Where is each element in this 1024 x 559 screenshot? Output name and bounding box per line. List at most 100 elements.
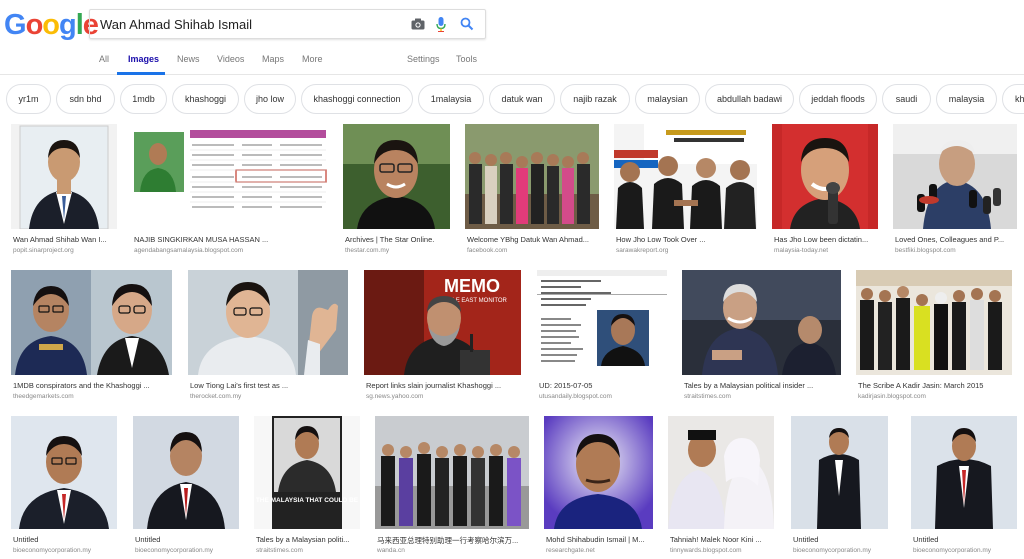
image-result[interactable]: Untitled bioeconomycorporation.my — [11, 416, 117, 559]
result-source[interactable]: kadirjasin.blogspot.com — [858, 393, 1012, 400]
result-title[interactable]: Report links slain journalist Khashoggi … — [366, 381, 521, 390]
tab-maps[interactable]: Maps — [262, 54, 284, 64]
result-source[interactable]: malaysia-today.net — [774, 247, 878, 254]
image-result[interactable]: UD: 2015-07-05 utusandaily.blogspot.com — [537, 270, 667, 405]
result-source[interactable]: bioeconomycorporation.my — [913, 547, 1017, 554]
tab-images[interactable]: Images — [128, 54, 159, 64]
result-source[interactable]: thestar.com.my — [345, 247, 450, 254]
image-result[interactable]: Loved Ones, Colleagues and P... bestfiki… — [893, 124, 1017, 254]
camera-icon[interactable] — [409, 15, 427, 33]
result-title[interactable]: The Scribe A Kadir Jasin: March 2015 — [858, 381, 1012, 390]
result-thumbnail[interactable] — [375, 416, 529, 529]
result-title[interactable]: Untitled — [135, 535, 239, 544]
result-title[interactable]: NAJIB SINGKIRKAN MUSA HASSAN ... — [134, 235, 328, 244]
image-result[interactable]: NAJIB SINGKIRKAN MUSA HASSAN ... agendab… — [132, 124, 328, 254]
image-result[interactable]: THE MALAYSIA THAT COULD BE Tales by a Ma… — [254, 416, 360, 559]
google-logo[interactable]: Google — [4, 9, 99, 42]
tab-tools[interactable]: Tools — [456, 54, 477, 64]
result-title[interactable]: Loved Ones, Colleagues and P... — [895, 235, 1017, 244]
chip[interactable]: yr1m — [6, 84, 51, 114]
image-result[interactable]: Untitled bioeconomycorporation.my — [911, 416, 1017, 559]
result-thumbnail[interactable] — [465, 124, 599, 229]
result-title[interactable]: 马来西亚总理特别助理一行考察哈尔滨万... — [377, 535, 529, 546]
chip[interactable]: sdn bhd — [56, 84, 115, 114]
image-result[interactable]: Untitled bioeconomycorporation.my — [133, 416, 239, 559]
image-result[interactable]: Mohd Shihabudin Ismail | M... researchga… — [544, 416, 653, 559]
result-title[interactable]: Has Jho Low been dictatin... — [774, 235, 878, 244]
chip[interactable]: 1malaysia — [418, 84, 484, 114]
result-thumbnail[interactable] — [911, 416, 1017, 529]
chip[interactable]: datuk wan — [489, 84, 555, 114]
result-thumbnail[interactable] — [132, 124, 328, 229]
result-title[interactable]: Untitled — [13, 535, 117, 544]
result-title[interactable]: UD: 2015-07-05 — [539, 381, 667, 390]
result-thumbnail[interactable] — [544, 416, 653, 529]
result-title[interactable]: Tales by a Malaysian political insider .… — [684, 381, 841, 390]
result-thumbnail[interactable]: MEMO MIDDLE EAST MONITOR — [364, 270, 521, 375]
tab-all[interactable]: All — [99, 54, 109, 64]
chip[interactable]: saudi — [882, 84, 931, 114]
result-title[interactable]: Low Tiong Lai's first test as ... — [190, 381, 348, 390]
chip[interactable]: 1mdb — [120, 84, 167, 114]
result-title[interactable]: Untitled — [913, 535, 1017, 544]
tab-videos[interactable]: Videos — [217, 54, 244, 64]
result-title[interactable]: Tahniah! Malek Noor Kini ... — [670, 535, 774, 544]
search-input[interactable] — [100, 10, 400, 38]
result-source[interactable]: sarawakreport.org — [616, 247, 757, 254]
result-thumbnail[interactable]: THE MALAYSIA THAT COULD BE — [254, 416, 360, 529]
result-source[interactable]: sg.news.yahoo.com — [366, 393, 521, 400]
chip[interactable]: khashoggi connection — [301, 84, 413, 114]
result-thumbnail[interactable] — [11, 416, 117, 529]
chip[interactable]: najib razak — [560, 84, 630, 114]
result-thumbnail[interactable] — [856, 270, 1012, 375]
result-thumbnail[interactable] — [791, 416, 888, 529]
result-source[interactable]: utusandaily.blogspot.com — [539, 393, 667, 400]
result-title[interactable]: Untitled — [793, 535, 888, 544]
image-result[interactable]: Untitled bioeconomycorporation.my — [791, 416, 888, 559]
result-thumbnail[interactable] — [343, 124, 450, 229]
chip[interactable]: khashoggi — [172, 84, 239, 114]
tab-settings[interactable]: Settings — [407, 54, 440, 64]
tab-news[interactable]: News — [177, 54, 200, 64]
result-source[interactable]: agendabangsamalaysia.blogspot.com — [134, 247, 328, 254]
tab-more[interactable]: More — [302, 54, 323, 64]
result-thumbnail[interactable] — [11, 270, 172, 375]
result-thumbnail[interactable] — [772, 124, 878, 229]
image-result[interactable]: Archives | The Star Online. thestar.com.… — [343, 124, 450, 254]
result-thumbnail[interactable] — [682, 270, 841, 375]
result-source[interactable]: researchgate.net — [546, 547, 653, 554]
image-result[interactable]: MEMO MIDDLE EAST MONITOR Report links sl… — [364, 270, 521, 405]
result-source[interactable]: straitstimes.com — [684, 393, 841, 400]
result-title[interactable]: Mohd Shihabudin Ismail | M... — [546, 535, 653, 544]
chip[interactable]: kh — [1002, 84, 1024, 114]
image-result[interactable]: Tahniah! Malek Noor Kini ... tinnywards.… — [668, 416, 774, 559]
result-thumbnail[interactable] — [893, 124, 1017, 229]
result-source[interactable]: straitstimes.com — [256, 547, 360, 554]
result-thumbnail[interactable] — [668, 416, 774, 529]
result-source[interactable]: bioeconomycorporation.my — [793, 547, 888, 554]
result-thumbnail[interactable] — [133, 416, 239, 529]
image-result[interactable]: Has Jho Low been dictatin... malaysia-to… — [772, 124, 878, 254]
result-source[interactable]: bioeconomycorporation.my — [135, 547, 239, 554]
result-source[interactable]: therocket.com.my — [190, 393, 348, 400]
image-result[interactable]: 马来西亚总理特别助理一行考察哈尔滨万... wanda.cn — [375, 416, 529, 559]
image-result[interactable]: How Jho Low Took Over ... sarawakreport.… — [614, 124, 757, 254]
image-result[interactable]: 1MDB conspirators and the Khashoggi ... … — [11, 270, 172, 405]
result-title[interactable]: Welcome YBhg Datuk Wan Ahmad... — [467, 235, 599, 244]
chip[interactable]: malaysia — [936, 84, 997, 114]
result-title[interactable]: How Jho Low Took Over ... — [616, 235, 757, 244]
image-result[interactable]: Wan Ahmad Shihab Wan I... popit.sinarpro… — [11, 124, 117, 254]
search-icon[interactable] — [458, 15, 476, 33]
result-source[interactable]: facebook.com — [467, 247, 599, 254]
result-source[interactable]: tinnywards.blogspot.com — [670, 547, 774, 554]
image-result[interactable]: The Scribe A Kadir Jasin: March 2015 kad… — [856, 270, 1012, 405]
result-source[interactable]: bestfiki.blogspot.com — [895, 247, 1017, 254]
result-source[interactable]: theedgemarkets.com — [13, 393, 172, 400]
result-source[interactable]: bioeconomycorporation.my — [13, 547, 117, 554]
microphone-icon[interactable] — [432, 15, 450, 33]
chip[interactable]: jho low — [244, 84, 296, 114]
result-title[interactable]: Tales by a Malaysian politi... — [256, 535, 360, 544]
result-title[interactable]: 1MDB conspirators and the Khashoggi ... — [13, 381, 172, 390]
result-title[interactable]: Wan Ahmad Shihab Wan I... — [13, 235, 117, 244]
image-result[interactable]: Tales by a Malaysian political insider .… — [682, 270, 841, 405]
